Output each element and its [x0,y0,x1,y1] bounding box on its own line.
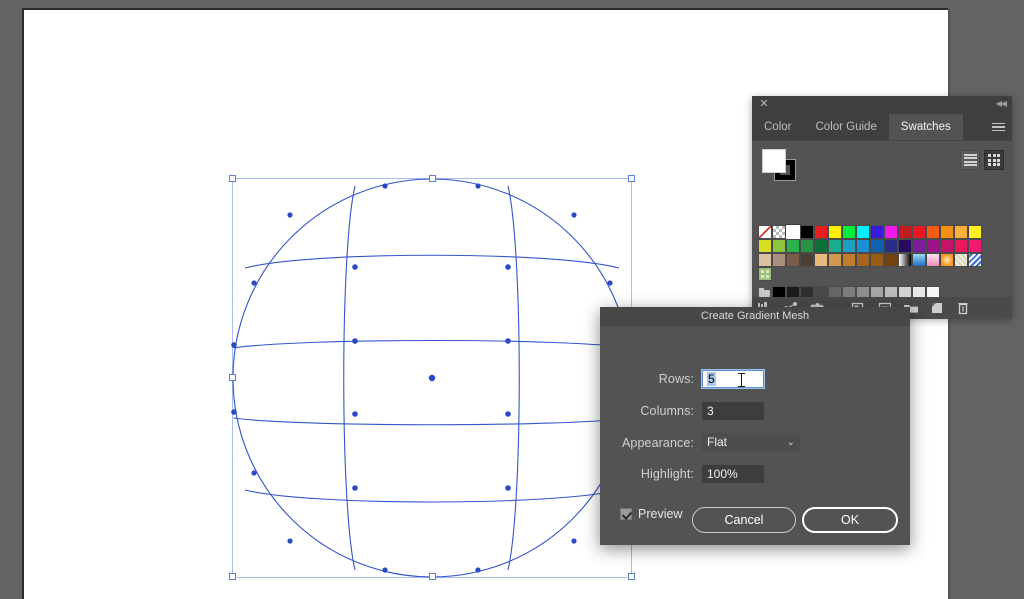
swatch-purple[interactable] [912,239,926,253]
swatch-row[interactable] [758,253,1006,267]
swatch-magenta[interactable] [884,225,898,239]
swatch-chocolate[interactable] [884,253,898,267]
swatch-row[interactable] [758,267,1006,281]
swatch-tan[interactable] [758,253,772,267]
panel-menu-icon[interactable] [984,114,1012,140]
swatch-magenta-2[interactable] [940,239,954,253]
swatch-orange-radial-gradient[interactable] [940,253,954,267]
columns-field-row: Columns: 3 [614,402,764,420]
grid-view-icon[interactable] [984,150,1004,170]
columns-input[interactable]: 3 [702,402,764,420]
swatch-pink-gradient[interactable] [926,253,940,267]
swatch-lime[interactable] [758,239,772,253]
swatch-medium-green[interactable] [786,239,800,253]
illustrator-window: ✕ ◀◀ Color Color Guide Swatches [0,0,1024,599]
rows-field-row: Rows: 5 [614,370,764,388]
create-gradient-mesh-dialog[interactable]: Create Gradient Mesh Rows: 5 Columns: 3 … [600,307,910,545]
highlight-input[interactable]: 100% [702,465,764,483]
swatches-panel[interactable]: ✕ ◀◀ Color Color Guide Swatches [752,96,1012,318]
tab-color[interactable]: Color [752,114,803,140]
tab-color-guide[interactable]: Color Guide [803,114,888,140]
panel-titlebar[interactable]: ✕ ◀◀ [752,96,1012,114]
swatch-caramel[interactable] [842,253,856,267]
swatch-taupe[interactable] [772,253,786,267]
view-mode-buttons[interactable] [960,150,1004,170]
swatch-yellow[interactable] [828,225,842,239]
highlight-label: Highlight: [614,467,702,481]
swatch-orange[interactable] [940,225,954,239]
appearance-field-row: Appearance: Flat ⌄ [614,433,800,452]
rows-input-value: 5 [707,372,716,386]
dialog-title: Create Gradient Mesh [600,307,910,326]
cancel-button[interactable]: Cancel [692,507,796,533]
appearance-select-value: Flat [707,434,727,451]
preview-checkbox[interactable]: Preview [620,507,682,521]
swatch-blue-pattern[interactable] [968,253,982,267]
swatch-orange-red[interactable] [926,225,940,239]
swatch-violet[interactable] [926,239,940,253]
swatch-light-pattern[interactable] [954,253,968,267]
dialog-body: Rows: 5 Columns: 3 Appearance: Flat ⌄ Hi… [600,326,910,545]
ok-button[interactable]: OK [802,507,898,533]
swatch-pink[interactable] [954,239,968,253]
swatch-green[interactable] [842,225,856,239]
swatch-red[interactable] [814,225,828,239]
fill-stroke-indicator[interactable] [762,149,798,181]
appearance-select[interactable]: Flat ⌄ [702,433,800,452]
swatch-black[interactable] [800,225,814,239]
rows-label: Rows: [614,372,702,386]
swatches-panel-body [752,141,1012,319]
swatch-row[interactable] [758,239,1006,253]
swatch-registration[interactable] [772,225,786,239]
swatch-none[interactable] [758,225,772,239]
rows-input[interactable]: 5 [702,370,764,388]
new-swatch-icon[interactable] [924,297,950,319]
panel-tab-bar[interactable]: Color Color Guide Swatches [752,114,1012,141]
swatch-teal[interactable] [828,239,842,253]
swatch-medium-blue[interactable] [870,239,884,253]
swatch-sand[interactable] [814,253,828,267]
fill-swatch[interactable] [762,149,786,173]
swatch-blue-gradient[interactable] [912,253,926,267]
columns-label: Columns: [614,404,702,418]
swatch-copper[interactable] [870,253,884,267]
swatch-cyan[interactable] [856,225,870,239]
swatch-bright-red[interactable] [912,225,926,239]
swatch-blue[interactable] [870,225,884,239]
close-icon[interactable]: ✕ [758,98,770,110]
swatch-hot-pink[interactable] [968,239,982,253]
swatch-teal-blue[interactable] [842,239,856,253]
preview-label: Preview [638,507,682,521]
delete-swatch-icon[interactable] [950,297,976,319]
swatch-dark-green[interactable] [814,239,828,253]
swatch-green-2[interactable] [800,239,814,253]
chevron-down-icon: ⌄ [787,434,795,451]
collapse-panel-icon[interactable]: ◀◀ [996,99,1006,109]
appearance-label: Appearance: [614,436,702,450]
text-cursor-icon [741,373,742,387]
hamburger-icon [992,121,1005,134]
highlight-field-row: Highlight: 100% [614,465,764,483]
swatch-white[interactable] [786,225,800,239]
swatch-camel[interactable] [828,253,842,267]
swatch-green-pattern[interactable] [758,267,772,281]
swatch-bright-yellow[interactable] [968,225,982,239]
list-view-icon[interactable] [960,150,980,170]
checkbox-icon[interactable] [620,508,632,520]
swatch-light-orange[interactable] [954,225,968,239]
swatch-navy[interactable] [884,239,898,253]
swatch-dark-red[interactable] [898,225,912,239]
swatch-row[interactable] [758,225,1006,239]
swatch-bronze[interactable] [856,253,870,267]
swatch-sky-blue[interactable] [856,239,870,253]
swatch-brown[interactable] [786,253,800,267]
swatch-light-green[interactable] [772,239,786,253]
swatch-white-black-gradient[interactable] [898,253,912,267]
swatch-dark-brown[interactable] [800,253,814,267]
swatch-dark-navy[interactable] [898,239,912,253]
tab-swatches[interactable]: Swatches [889,114,963,140]
